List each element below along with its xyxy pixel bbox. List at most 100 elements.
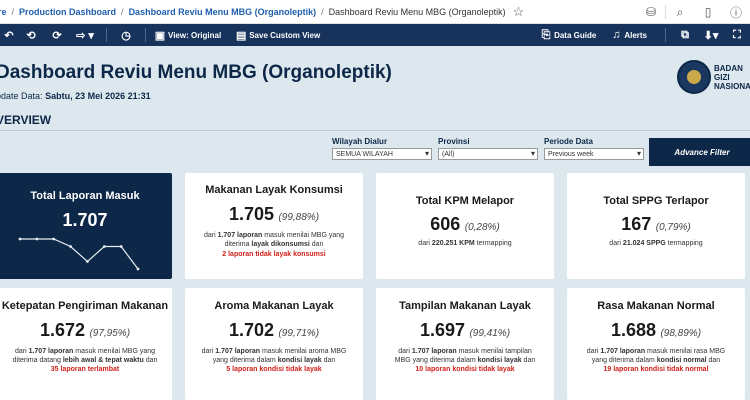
- desc-bold: 1.707 laporan: [411, 348, 457, 355]
- card-description: dari 1.707 laporan masuk menilai rasa MB…: [567, 341, 745, 365]
- card-alert: 5 laporan kondisi tidak layak: [185, 365, 363, 373]
- desc-text: masuk menilai aroma MBG: [260, 348, 347, 355]
- bell-icon: ♫: [612, 29, 621, 41]
- wilayah-dropdown[interactable]: SEMUA WILAYAH: [332, 148, 432, 160]
- alert-text: laporan kondisi tidak layak: [230, 366, 322, 373]
- sppg-card[interactable]: Total SPPG Terlapor 167 (0,79%) dari 21.…: [567, 173, 745, 279]
- card-alert: 35 laporan terlambat: [0, 365, 172, 373]
- card-description: dari 1.707 laporan masuk menilai aroma M…: [185, 341, 363, 365]
- card-percent: (99,88%): [278, 212, 320, 223]
- breadcrumb-item-dashboard[interactable]: Dashboard Reviu Menu MBG (Organoleptik): [129, 7, 317, 17]
- logo-line: NASIONA: [714, 82, 750, 91]
- desc-text: masuk menilai MBG yang: [73, 348, 156, 355]
- breadcrumb-current: Dashboard Reviu Menu MBG (Organoleptik): [328, 6, 506, 17]
- card-title: Makanan Layak Konsumsi: [205, 184, 343, 196]
- card-alert: 2 laporan tidak layak konsumsi: [185, 249, 363, 258]
- card-value: 1.707: [62, 210, 108, 230]
- alert-count: 35: [50, 366, 59, 373]
- breadcrumb-item-production[interactable]: Production Dashboard: [19, 7, 116, 17]
- tampilan-card[interactable]: Tampilan Makanan Layak 1.697 (99,41%) da…: [376, 288, 554, 400]
- desc-bold: layak dikonsumsi: [251, 241, 310, 248]
- card-percent: (0,28%): [464, 222, 500, 233]
- update-date: odate Data: Sabtu, 23 Mei 2026 21:31: [0, 91, 151, 101]
- view-original-button[interactable]: ▣ View: Original: [152, 29, 221, 42]
- card-value: 606: [430, 214, 461, 234]
- desc-text: dari: [398, 348, 412, 355]
- ketepatan-card[interactable]: Ketepatan Pengiriman Makanan 1.672 (97,9…: [0, 288, 172, 400]
- sparkline-point: [86, 260, 89, 263]
- desc-text: dari: [609, 240, 623, 247]
- redo-icon[interactable]: ⇨ ▾: [70, 29, 100, 42]
- revert-icon[interactable]: ⟲: [18, 29, 44, 42]
- advance-filter-button[interactable]: Advance Filter: [649, 138, 750, 166]
- section-heading: VERVIEW: [0, 113, 52, 127]
- desc-text: MBG yang diterima dalam: [394, 357, 478, 364]
- card-description: dari 1.707 laporan masuk menilai tampila…: [376, 341, 554, 365]
- favorite-star-icon[interactable]: ☆: [513, 4, 525, 20]
- view-icon: ▣: [154, 29, 166, 42]
- card-title: Total Laporan Masuk: [30, 190, 140, 202]
- pause-icon[interactable]: ◷: [113, 29, 139, 42]
- desc-text: dari: [203, 232, 218, 239]
- desc-bold: 1.707 laporan: [215, 348, 260, 355]
- alerts-label: Alerts: [624, 30, 647, 40]
- total-laporan-card[interactable]: Total Laporan Masuk 1.707: [0, 173, 172, 279]
- desc-bold: lebih awal & tepat waktu: [62, 357, 144, 364]
- desc-text: yang diterima dalam: [212, 357, 278, 364]
- sparkline-point: [52, 237, 56, 241]
- card-percent: (0,79%): [655, 222, 691, 233]
- data-guide-button[interactable]: ⎘ Data Guide: [538, 29, 597, 42]
- desc-text: dari: [14, 348, 29, 355]
- breadcrumb: re / Production Dashboard / Dashboard Re…: [0, 0, 750, 24]
- help-icon[interactable]: ⓘ: [722, 4, 750, 21]
- card-alert: 10 laporan kondisi tidak layak: [376, 365, 554, 373]
- alert-text: laporan tidak layak konsumsi: [226, 251, 326, 258]
- provinsi-label: Provinsi: [438, 137, 470, 146]
- card-percent: (98,89%): [660, 328, 702, 339]
- desc-bold: 220.251 KPM: [431, 240, 475, 247]
- desc-text: termapping: [665, 240, 703, 247]
- desc-bold: 1.707 laporan: [600, 348, 646, 355]
- card-percent: (99,41%): [469, 328, 511, 339]
- logo-text: BADAN GIZI NASIONA: [714, 64, 750, 91]
- notification-icon[interactable]: ▯: [694, 5, 722, 19]
- provinsi-filter: Provinsi (All): [438, 137, 538, 160]
- view-original-label: View: Original: [168, 30, 222, 40]
- desc-text: masuk menilai rasa MBG: [645, 348, 726, 355]
- share-icon[interactable]: ⧉: [672, 29, 698, 42]
- card-value: 1.702: [228, 320, 274, 340]
- rasa-card[interactable]: Rasa Makanan Normal 1.688 (98,89%) dari …: [567, 288, 745, 400]
- desc-text: dari: [586, 348, 601, 355]
- database-icon[interactable]: ⛁: [637, 5, 665, 19]
- desc-bold: kondisi normal: [656, 357, 707, 364]
- header-icon-group: ⛁ ⌕ ▯ ⓘ: [637, 0, 750, 24]
- card-value: 1.672: [39, 320, 85, 340]
- desc-text: dan: [521, 357, 536, 364]
- card-description: dari 1.707 laporan masuk menilai MBG yan…: [0, 341, 172, 365]
- alerts-button[interactable]: ♫ Alerts: [608, 29, 647, 41]
- data-guide-label: Data Guide: [554, 30, 597, 40]
- save-icon: ▤: [236, 29, 247, 42]
- bgn-logo: [677, 60, 711, 94]
- search-icon[interactable]: ⌕: [666, 5, 694, 20]
- card-value-row: 1.697 (99,41%): [376, 312, 554, 341]
- refresh-icon[interactable]: ⟳: [44, 29, 70, 42]
- breadcrumb-root[interactable]: re: [0, 7, 7, 17]
- logo-line: GIZI: [714, 73, 730, 82]
- periode-dropdown[interactable]: Previous week: [544, 148, 644, 160]
- aroma-card[interactable]: Aroma Makanan Layak 1.702 (99,71%) dari …: [185, 288, 363, 400]
- download-icon[interactable]: ⬇▾: [698, 29, 724, 42]
- fullscreen-icon[interactable]: ⛶: [724, 29, 750, 42]
- layak-konsumsi-card[interactable]: Makanan Layak Konsumsi 1.705 (99,88%) da…: [185, 173, 363, 279]
- divider: [106, 28, 107, 42]
- save-custom-view-button[interactable]: ▤ Save Custom View: [233, 29, 320, 42]
- undo-icon[interactable]: ↶: [0, 29, 18, 42]
- kpm-card[interactable]: Total KPM Melapor 606 (0,28%) dari 220.2…: [376, 173, 554, 279]
- provinsi-dropdown[interactable]: (All): [438, 148, 538, 160]
- breadcrumb-separator: /: [11, 6, 15, 17]
- card-percent: (97,95%): [89, 328, 131, 339]
- card-alert: 19 laporan kondisi tidak normal: [567, 365, 745, 373]
- desc-text: dari: [201, 348, 216, 355]
- desc-text: yang diterima dalam: [591, 357, 657, 364]
- desc-bold: kondisi layak: [277, 357, 322, 364]
